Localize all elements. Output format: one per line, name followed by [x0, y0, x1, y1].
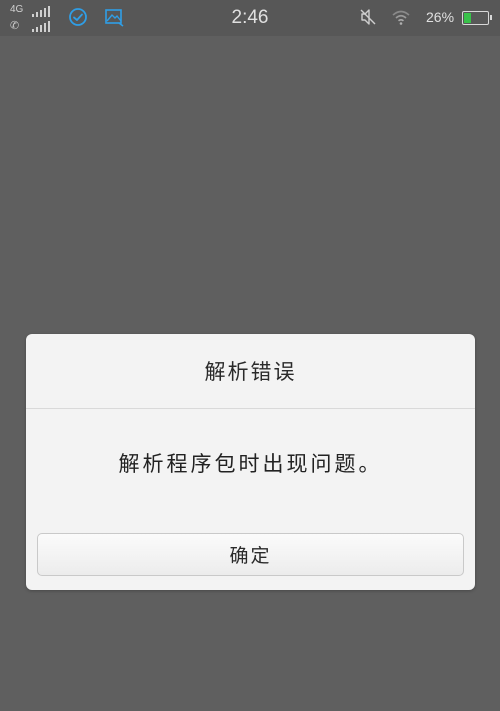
parse-error-dialog: 解析错误 解析程序包时出现问题。 确定	[26, 334, 475, 590]
dialog-message: 解析程序包时出现问题。	[118, 452, 383, 476]
battery-icon	[462, 11, 492, 25]
mute-icon	[360, 9, 376, 25]
wifi-icon	[392, 10, 410, 25]
confirm-button[interactable]: 确定	[37, 533, 464, 576]
battery-fill	[464, 13, 471, 23]
screen: 4G ✆ 2:46 26% 解析错误 解析程序包时出现问题。 确定	[0, 0, 500, 711]
battery-percent: 26%	[426, 9, 455, 25]
dialog-divider	[26, 408, 475, 409]
dialog-title: 解析错误	[204, 360, 297, 384]
status-bar: 4G ✆ 2:46 26%	[0, 0, 500, 36]
clock: 2:46	[231, 7, 269, 28]
